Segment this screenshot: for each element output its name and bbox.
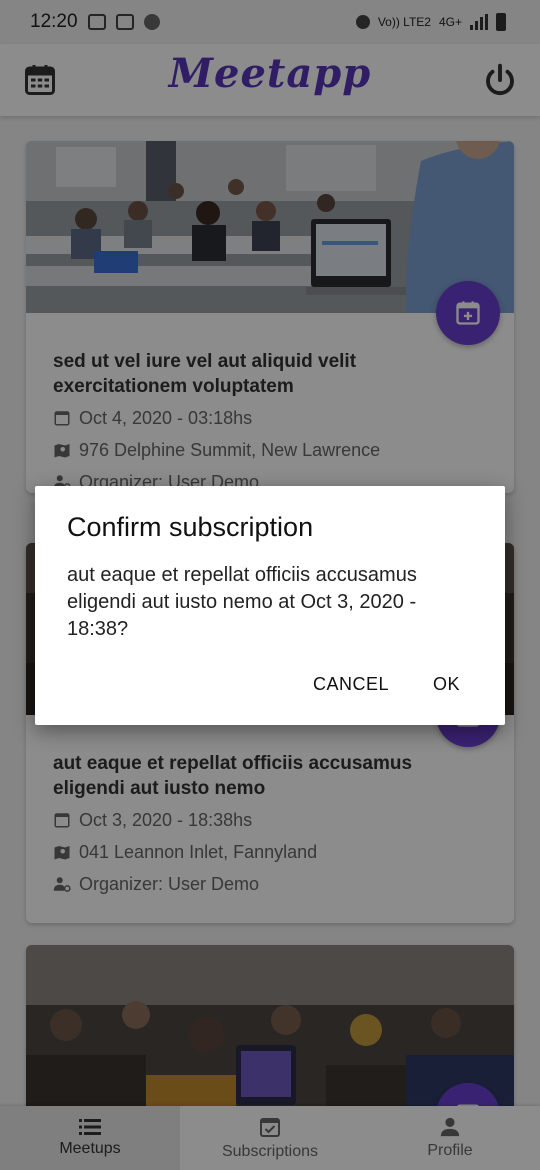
cancel-button[interactable]: CANCEL: [313, 674, 389, 695]
dialog-message: aut eaque et repellat officiis accusamus…: [67, 564, 417, 640]
confirm-subscription-dialog: Confirm subscription aut eaque et repell…: [35, 486, 505, 725]
ok-button[interactable]: OK: [433, 674, 460, 695]
dialog-title: Confirm subscription: [67, 512, 314, 542]
